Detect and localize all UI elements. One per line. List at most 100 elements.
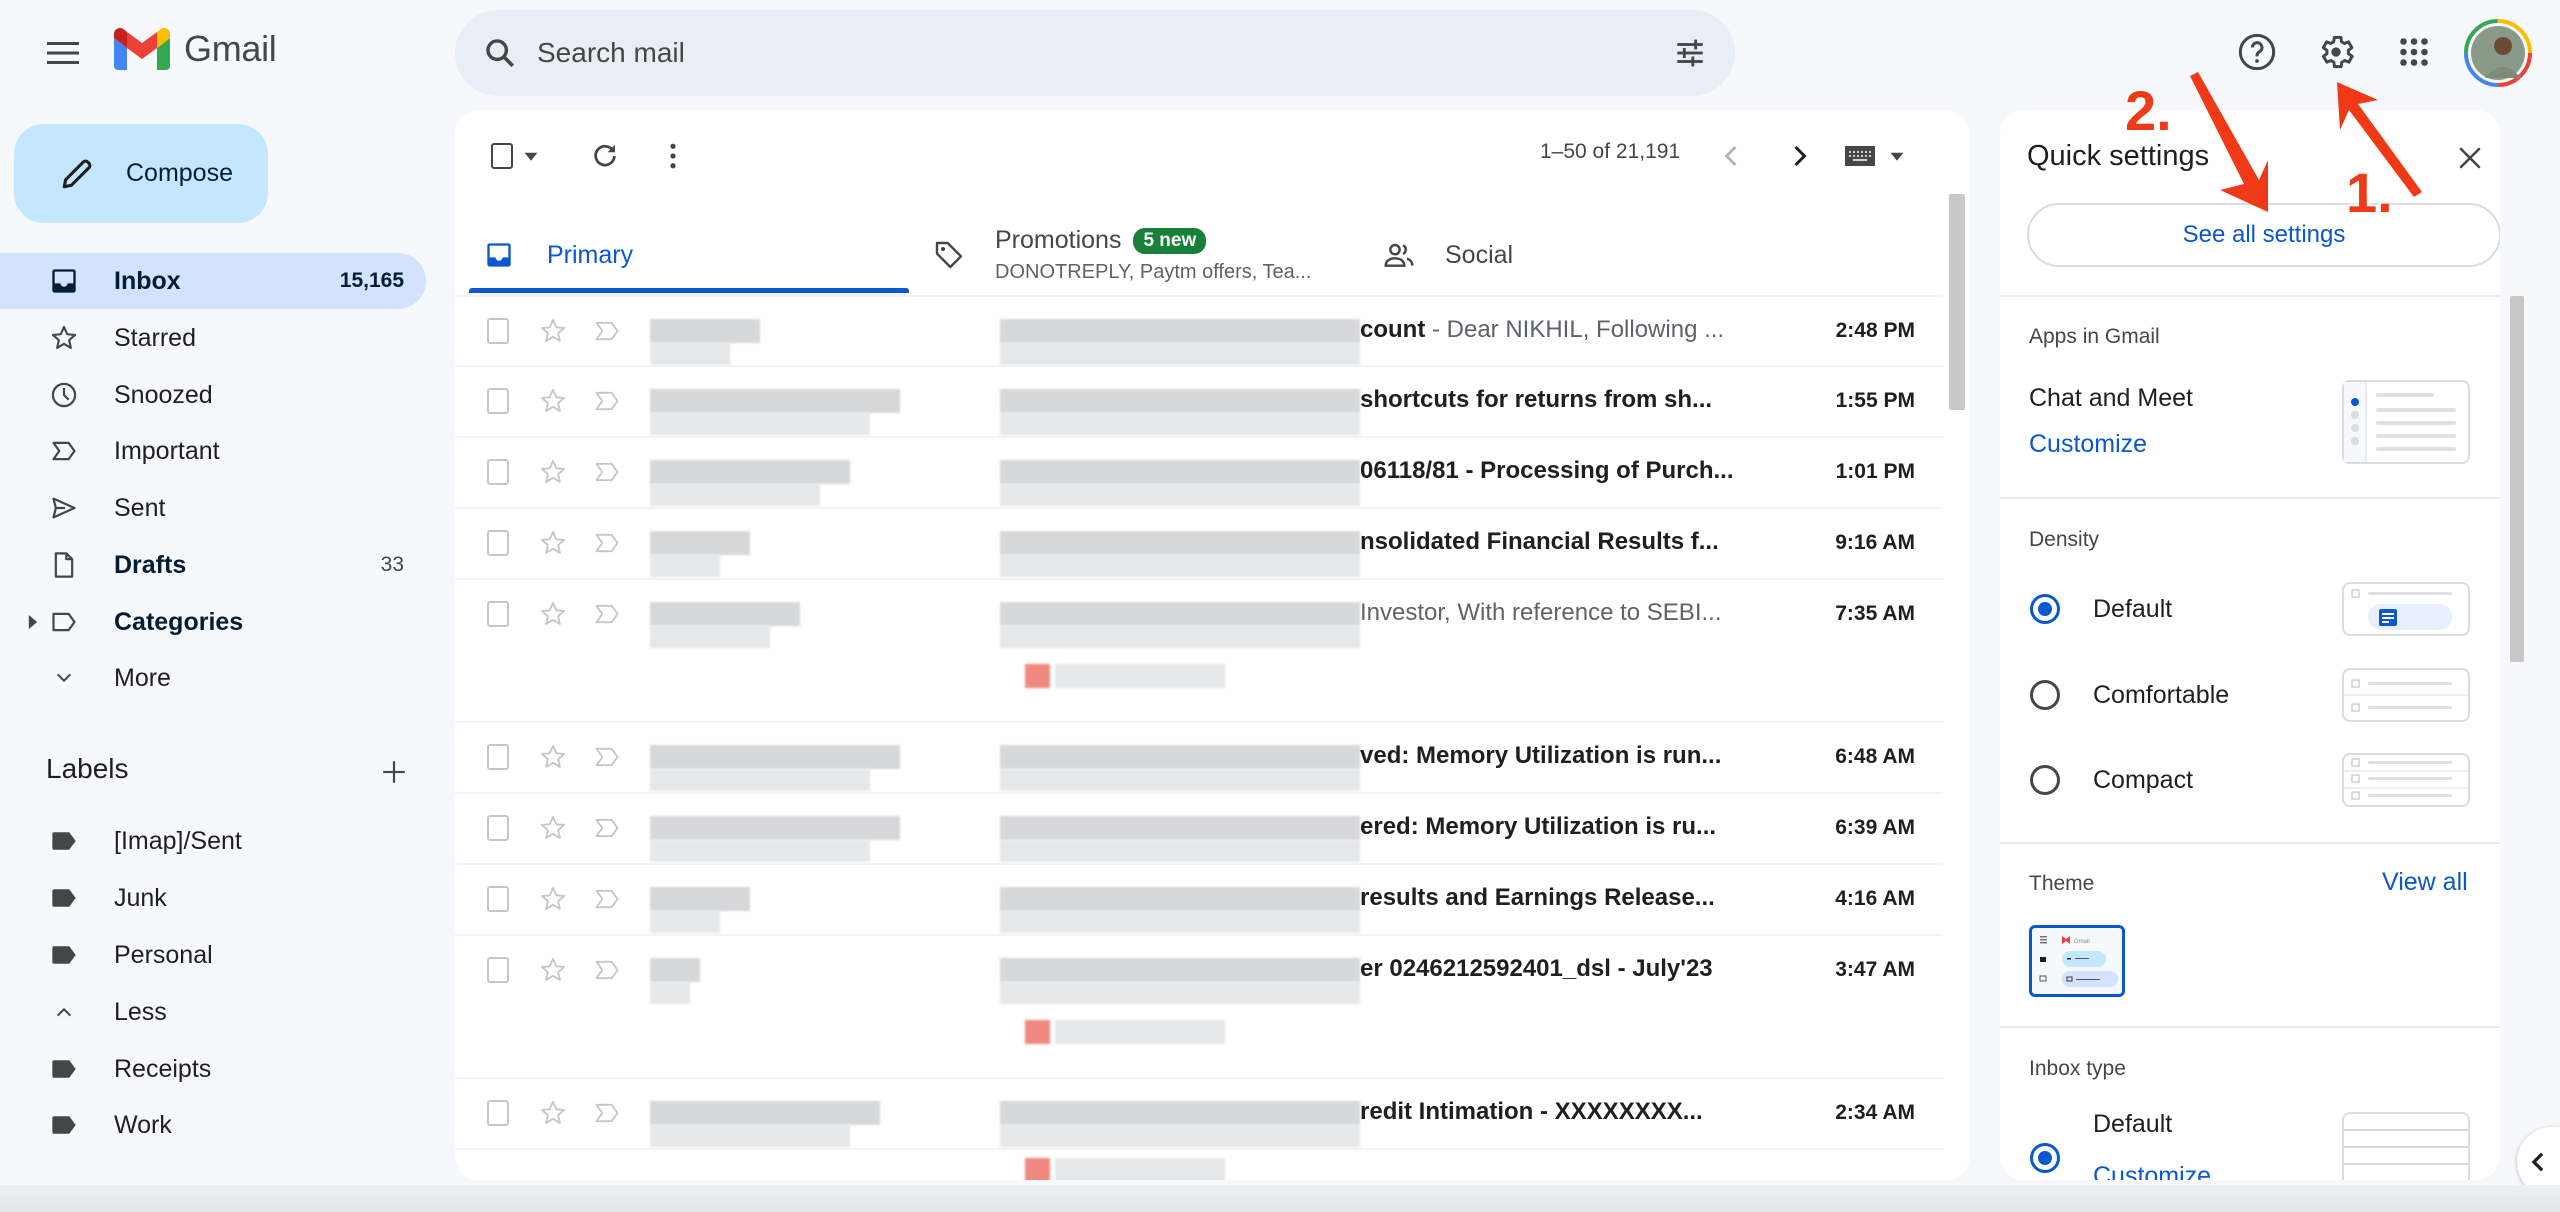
redacted-attachment-chip <box>1055 1158 1225 1180</box>
email-row[interactable]: nsolidated Financial Results f... 9:16 AM <box>455 507 1943 578</box>
important-marker-icon[interactable] <box>593 458 621 486</box>
create-label-button[interactable] <box>374 752 414 792</box>
star-icon[interactable] <box>539 600 567 628</box>
important-marker-icon[interactable] <box>593 387 621 415</box>
email-row-partial[interactable] <box>455 1148 1943 1180</box>
important-marker-icon[interactable] <box>593 743 621 771</box>
google-apps-button[interactable] <box>2386 24 2442 80</box>
apps-customize-link[interactable]: Customize <box>2029 430 2147 459</box>
row-checkbox[interactable] <box>487 886 509 912</box>
important-marker-icon[interactable] <box>593 317 621 345</box>
important-marker-icon[interactable] <box>593 956 621 984</box>
inbox-type-customize-link[interactable]: Customize <box>2093 1162 2211 1180</box>
row-checkbox[interactable] <box>487 530 509 556</box>
important-marker-icon[interactable] <box>593 600 621 628</box>
expand-arrow-icon[interactable] <box>28 615 38 629</box>
older-page-button[interactable] <box>1780 136 1820 176</box>
mail-list-scrollbar[interactable] <box>1949 194 1965 410</box>
email-row[interactable]: count - Dear NIKHIL, Following ... 2:48 P… <box>455 295 1943 365</box>
tab-promotions[interactable]: Promotions 5 new DONOTREPLY, Paytm offer… <box>933 205 1311 305</box>
quick-settings-scrollbar[interactable] <box>2510 296 2524 662</box>
sidebar-item-inbox[interactable]: Inbox 15,165 <box>0 253 426 309</box>
label-item-work[interactable]: Work <box>0 1097 426 1153</box>
email-row[interactable]: shortcuts for returns from sh... 1:55 PM <box>455 365 1943 436</box>
plus-icon <box>383 761 405 783</box>
row-checkbox[interactable] <box>487 957 509 983</box>
email-row[interactable]: results and Earnings Release... 4:16 AM <box>455 863 1943 934</box>
sidebar-item-snoozed[interactable]: Snoozed <box>0 367 426 423</box>
important-marker-icon[interactable] <box>593 529 621 557</box>
row-checkbox[interactable] <box>487 388 509 414</box>
sidebar-item-sent[interactable]: Sent <box>0 480 426 536</box>
star-icon[interactable] <box>539 956 567 984</box>
refresh-button[interactable] <box>585 136 625 176</box>
account-avatar[interactable] <box>2463 18 2533 88</box>
sidebar-item-drafts[interactable]: Drafts 33 <box>0 537 426 593</box>
sidebar-item-important[interactable]: Important <box>0 423 426 479</box>
close-quick-settings-button[interactable] <box>2450 138 2490 178</box>
sidebar-item-categories[interactable]: Categories <box>0 594 426 650</box>
help-button[interactable] <box>2229 24 2285 80</box>
label-name: [Imap]/Sent <box>114 826 242 855</box>
search-options-icon[interactable] <box>1673 36 1707 70</box>
inbox-icon <box>48 265 80 297</box>
important-marker-icon[interactable] <box>593 814 621 842</box>
label-item-imap-sent[interactable]: [Imap]/Sent <box>0 813 426 869</box>
row-checkbox[interactable] <box>487 1100 509 1126</box>
redacted-subject <box>1000 602 1360 626</box>
main-menu-button[interactable] <box>40 30 86 76</box>
see-all-settings-button[interactable]: See all settings <box>2027 203 2500 267</box>
star-icon[interactable] <box>539 387 567 415</box>
view-all-themes-link[interactable]: View all <box>2382 868 2468 897</box>
tab-social[interactable]: Social <box>1383 205 1513 305</box>
help-icon <box>2238 33 2276 71</box>
star-icon[interactable] <box>539 1099 567 1127</box>
star-icon[interactable] <box>539 317 567 345</box>
more-options-button[interactable] <box>658 136 688 176</box>
density-comfortable-thumbnail <box>2342 668 2470 722</box>
email-row[interactable]: ered: Memory Utilization is ru... 6:39 AM <box>455 792 1943 863</box>
row-checkbox[interactable] <box>487 744 509 770</box>
row-checkbox[interactable] <box>487 815 509 841</box>
density-comfortable-radio[interactable] <box>2030 680 2060 710</box>
email-row[interactable]: 06118/81 - Processing of Purch... 1:01 PM <box>455 436 1943 507</box>
compose-button[interactable]: Compose <box>14 124 268 223</box>
search-input[interactable]: Search mail <box>537 37 1673 69</box>
chevron-left-icon <box>2531 1152 2544 1172</box>
density-compact-radio[interactable] <box>2030 765 2060 795</box>
sidebar-item-more[interactable]: More <box>0 650 426 706</box>
input-tools-button[interactable] <box>1839 136 1911 176</box>
settings-button[interactable] <box>2308 24 2364 80</box>
star-icon[interactable] <box>539 529 567 557</box>
label-name: Junk <box>114 883 167 912</box>
sidebar-item-starred[interactable]: Starred <box>0 310 426 366</box>
redacted-sender-detail <box>650 484 820 506</box>
newer-page-button[interactable] <box>1711 136 1751 176</box>
important-marker-icon[interactable] <box>593 885 621 913</box>
label-item-less[interactable]: Less <box>0 984 426 1040</box>
star-icon[interactable] <box>539 885 567 913</box>
row-checkbox[interactable] <box>487 601 509 627</box>
row-checkbox[interactable] <box>487 459 509 485</box>
label-item-personal[interactable]: Personal <box>0 927 426 983</box>
inbox-type-default-radio[interactable] <box>2030 1143 2060 1173</box>
density-default-radio[interactable] <box>2030 594 2060 624</box>
search-icon[interactable] <box>483 36 517 70</box>
email-row[interactable]: redit Intimation - XXXXXXXX... 2:34 AM <box>455 1077 1943 1148</box>
email-row[interactable]: Investor, With reference to SEBI... 7:35 … <box>455 578 1943 721</box>
select-all-checkbox[interactable] <box>485 136 545 176</box>
email-row[interactable]: ved: Memory Utilization is run... 6:48 AM <box>455 721 1943 792</box>
gmail-logo[interactable]: Gmail <box>114 28 277 70</box>
star-icon[interactable] <box>539 743 567 771</box>
star-icon[interactable] <box>539 814 567 842</box>
important-marker-icon[interactable] <box>593 1099 621 1127</box>
tag-icon <box>935 241 963 269</box>
search-bar[interactable]: Search mail <box>455 10 1735 96</box>
label-item-receipts[interactable]: Receipts <box>0 1041 426 1097</box>
star-icon[interactable] <box>539 458 567 486</box>
label-item-junk[interactable]: Junk <box>0 870 426 926</box>
row-checkbox[interactable] <box>487 318 509 344</box>
current-theme-thumbnail[interactable]: Gmail <box>2029 925 2125 997</box>
email-row[interactable]: er 0246212592401_dsl - July'23 3:47 AM <box>455 934 1943 1077</box>
email-time: 1:55 PM <box>1835 389 1915 412</box>
